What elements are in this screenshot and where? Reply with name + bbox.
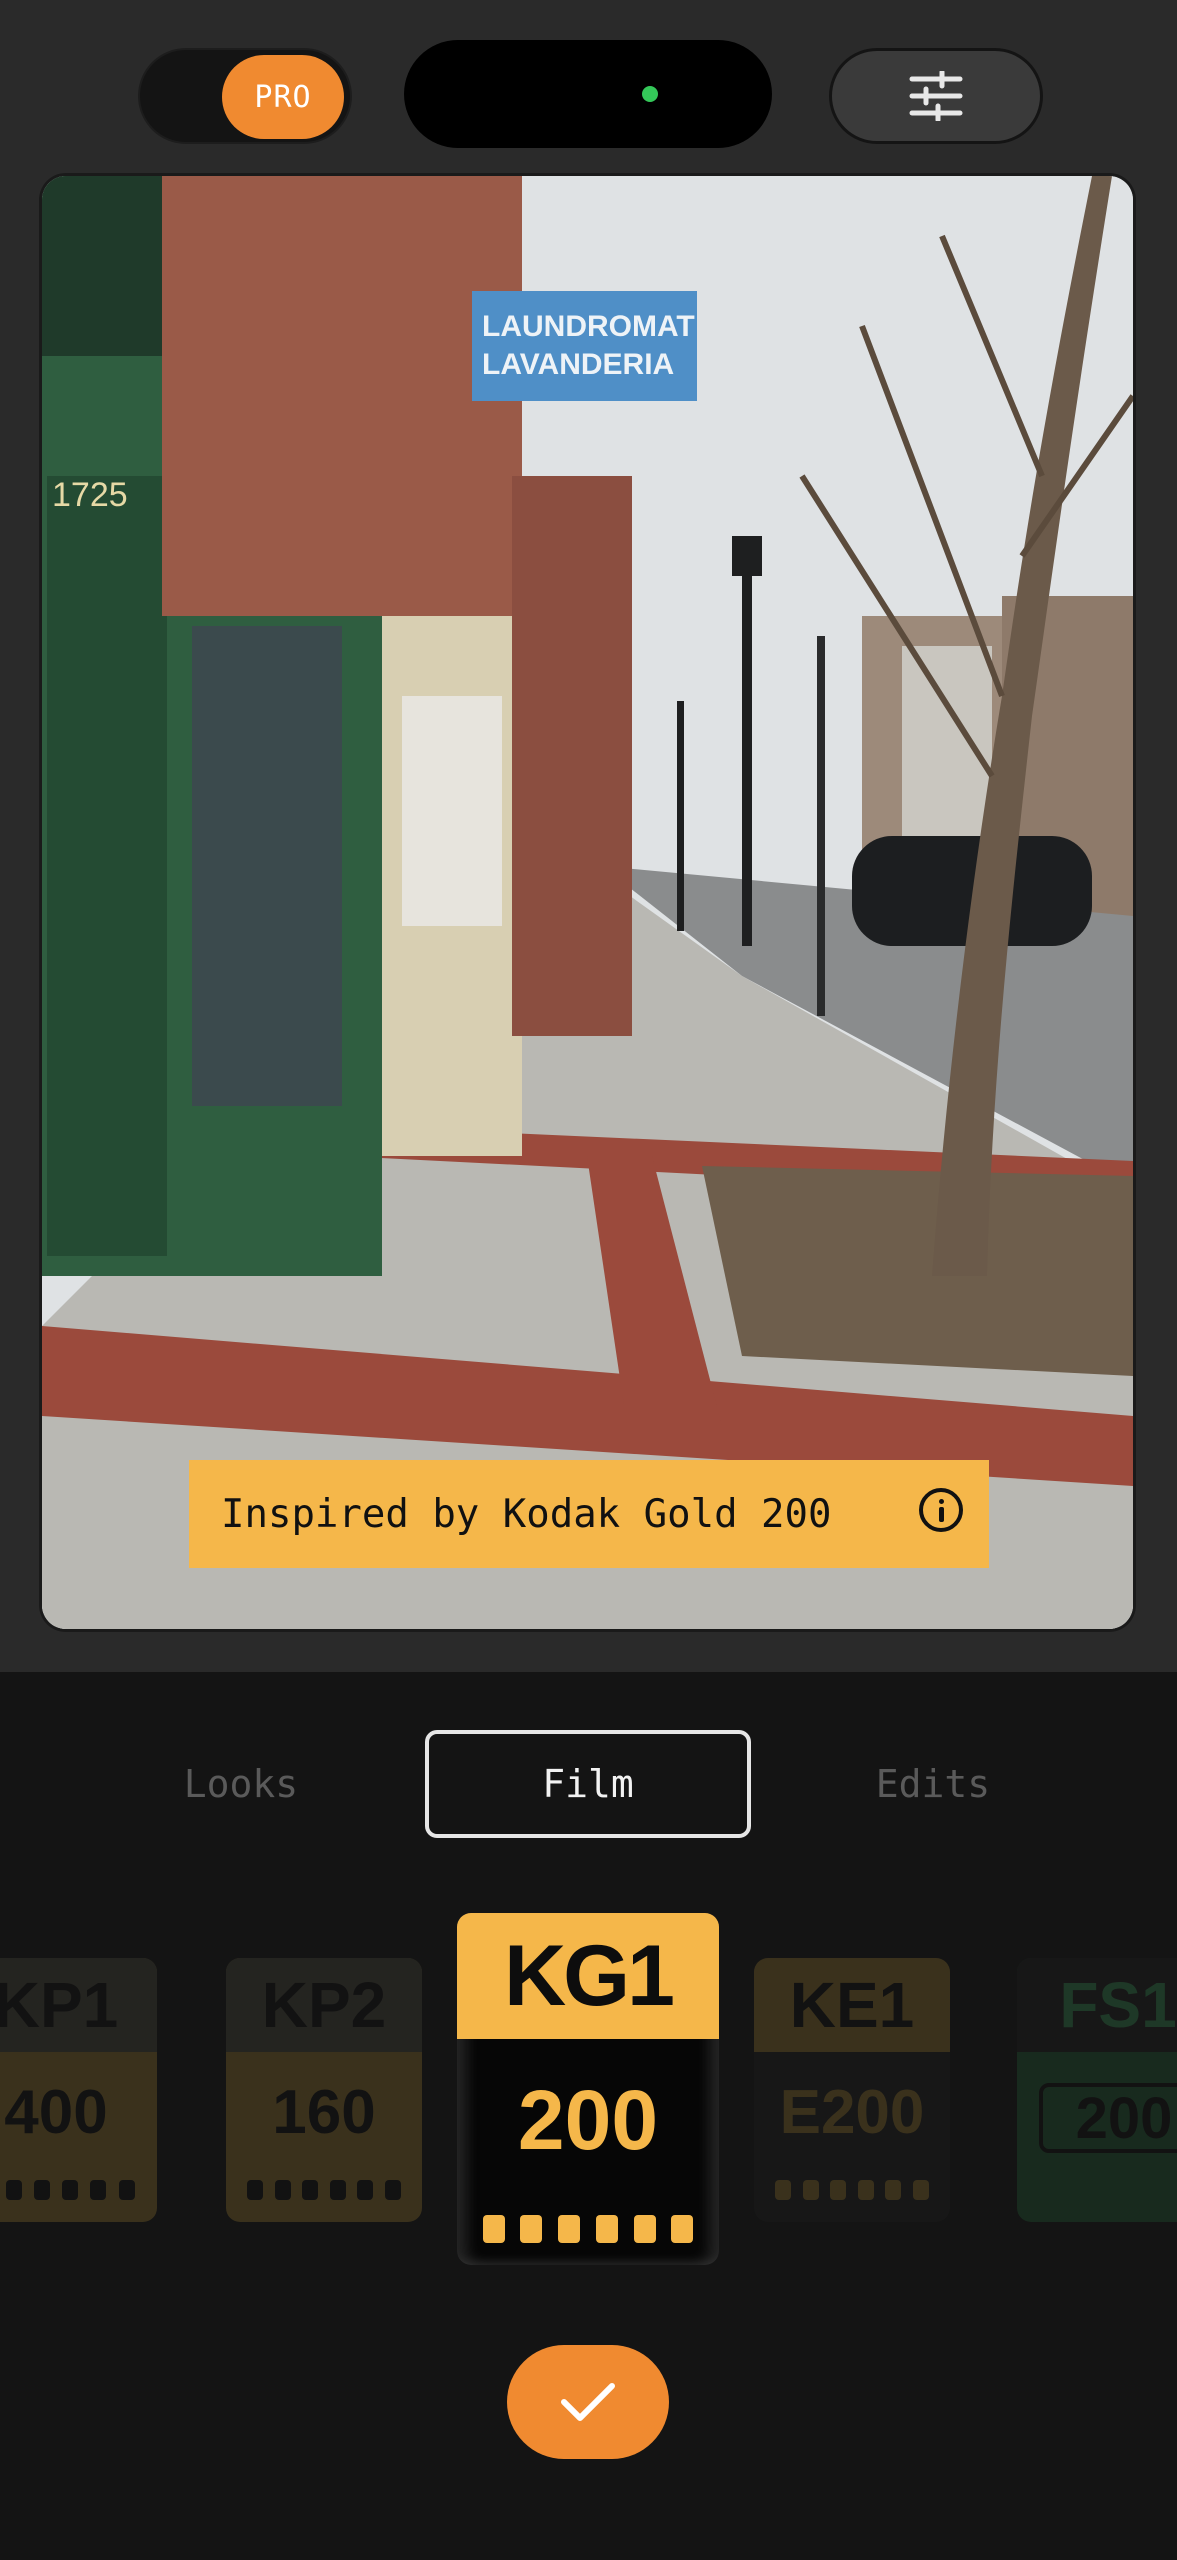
film-iso: E200 (779, 2077, 925, 2147)
film-info-banner[interactable]: Inspired by Kodak Gold 200 (189, 1460, 989, 1568)
film-card-ke1[interactable]: KE1 E200 (754, 1958, 950, 2222)
film-card-kg1-selected[interactable]: KG1 200 (457, 1913, 719, 2265)
film-card-fs1[interactable]: FS1 200 (1017, 1958, 1177, 2222)
film-iso: 200 (1039, 2083, 1177, 2153)
svg-text:LAUNDROMAT: LAUNDROMAT (482, 310, 695, 343)
checkmark-icon (561, 2383, 615, 2421)
pro-toggle[interactable]: PRO (138, 48, 352, 144)
dynamic-island (404, 40, 772, 148)
tab-edits[interactable]: Edits (770, 1730, 1096, 1838)
sliders-icon (909, 71, 963, 121)
camera-indicator-dot (642, 86, 658, 102)
film-iso: 200 (517, 2072, 659, 2167)
film-code: KP2 (226, 1958, 422, 2052)
film-info-text: Inspired by Kodak Gold 200 (221, 1491, 832, 1537)
photo-preview[interactable]: LAUNDROMAT LAVANDERIA 1725 Inspired by K… (42, 176, 1133, 1629)
tab-looks[interactable]: Looks (78, 1730, 404, 1838)
film-selector[interactable]: KP1 400 KP2 160 KG1 200 KE1 E200 FS1 200 (0, 1900, 1177, 2280)
svg-text:1725: 1725 (52, 476, 128, 514)
adjustments-button[interactable] (829, 48, 1043, 144)
confirm-button[interactable] (507, 2345, 669, 2459)
pro-badge[interactable]: PRO (222, 55, 344, 139)
street-photo: LAUNDROMAT LAVANDERIA 1725 (42, 176, 1133, 1629)
film-iso: 400 (4, 2077, 108, 2147)
svg-text:LAVANDERIA: LAVANDERIA (482, 348, 674, 381)
film-code: KG1 (457, 1913, 719, 2039)
film-code: KP1 (0, 1958, 157, 2052)
film-code: FS1 (1017, 1958, 1177, 2052)
film-iso: 160 (272, 2077, 376, 2147)
film-code: KE1 (754, 1958, 950, 2052)
tab-film[interactable]: Film (425, 1730, 751, 1838)
film-card-kp2[interactable]: KP2 160 (226, 1958, 422, 2222)
info-icon[interactable] (919, 1488, 963, 1532)
film-card-kp1[interactable]: KP1 400 (0, 1958, 157, 2222)
